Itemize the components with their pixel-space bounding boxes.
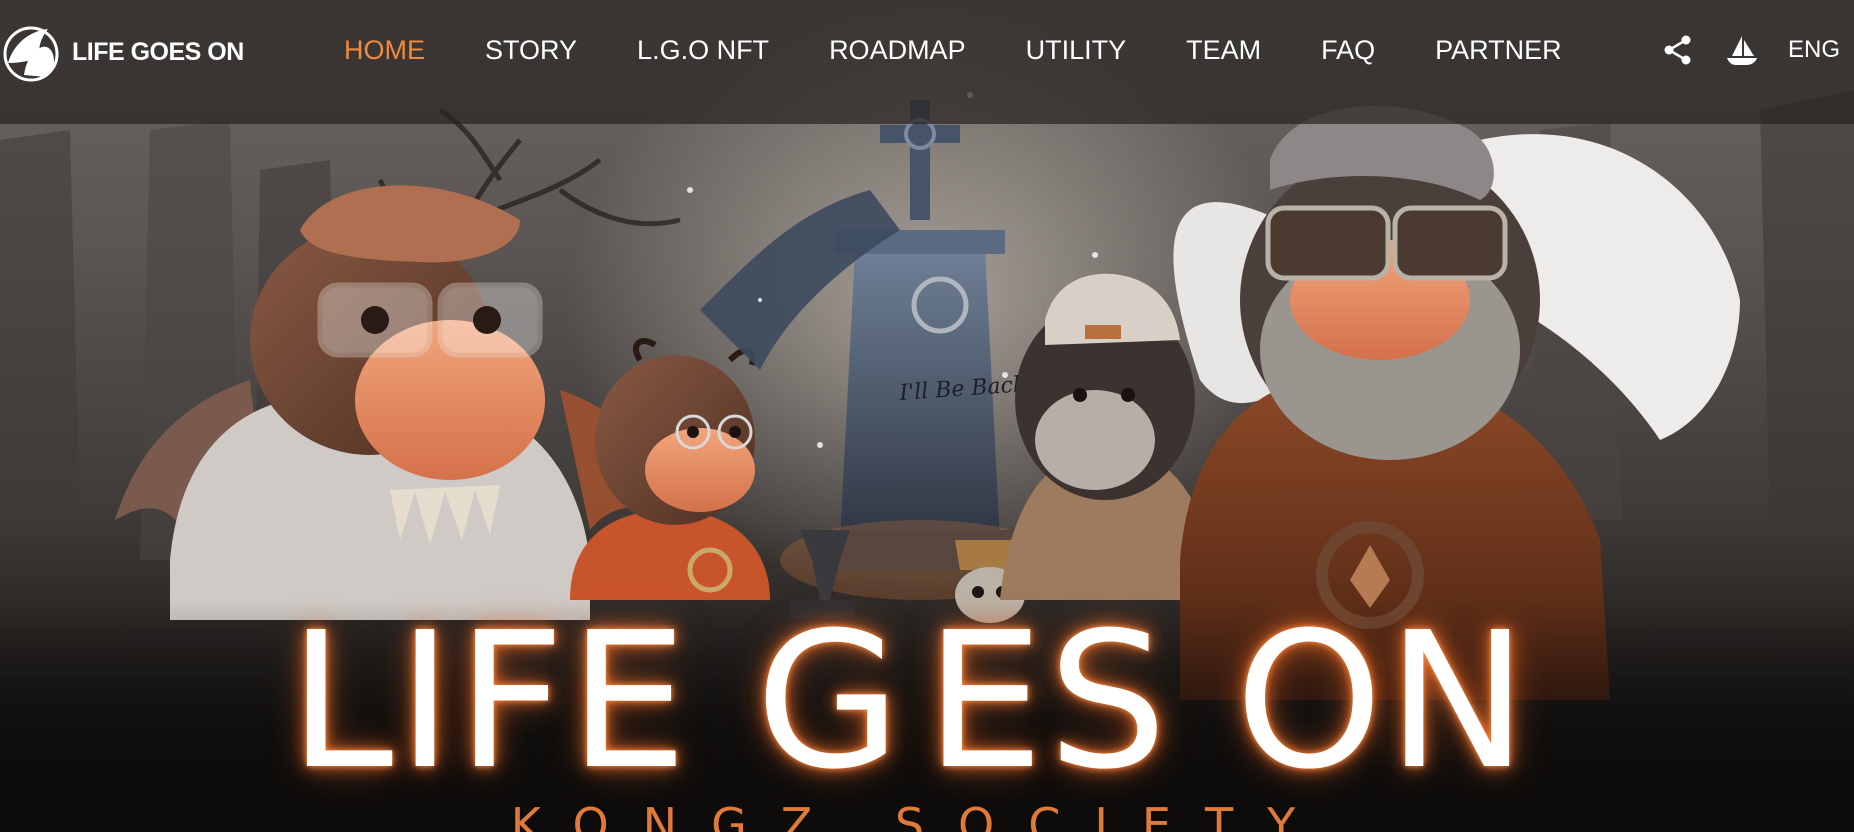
nav-item-lgo-nft[interactable]: L.G.O NFT bbox=[637, 35, 769, 66]
nav-item-home[interactable]: HOME bbox=[344, 35, 425, 66]
nav-item-story[interactable]: STORY bbox=[485, 35, 577, 66]
hero-title-part1: LIFE G bbox=[288, 592, 906, 811]
hero-subtitle: KONGZ SOCIETY bbox=[510, 798, 1330, 832]
kongz-logo-icon bbox=[3, 26, 59, 82]
nav-item-faq[interactable]: FAQ bbox=[1321, 35, 1375, 66]
brand-name: LIFE GOES ON bbox=[72, 37, 244, 66]
brand-logo[interactable]: LIFE GOES ON bbox=[0, 20, 244, 84]
nav-item-roadmap[interactable]: ROADMAP bbox=[829, 35, 966, 66]
share-icon[interactable] bbox=[1660, 32, 1696, 68]
top-navbar: LIFE GOES ON HOME STORY L.G.O NFT ROADMA… bbox=[0, 0, 1854, 124]
hero-title: LIFE G ES ON bbox=[288, 592, 1532, 811]
tombstone: I'll Be Back bbox=[700, 100, 1060, 600]
hero-title-part2: ES ON bbox=[925, 592, 1532, 811]
nav-item-utility[interactable]: UTILITY bbox=[1026, 35, 1127, 66]
nav-actions: ENG bbox=[1660, 26, 1840, 74]
language-selector[interactable]: ENG bbox=[1788, 36, 1840, 64]
main-nav: HOME STORY L.G.O NFT ROADMAP UTILITY TEA… bbox=[344, 26, 1622, 74]
ship-icon[interactable] bbox=[1724, 32, 1760, 68]
nav-item-partner[interactable]: PARTNER bbox=[1435, 35, 1562, 66]
nav-item-team[interactable]: TEAM bbox=[1186, 35, 1261, 66]
hero-banner: I'll Be Back LIFE G ES ON KONGZ SOCIETY bbox=[0, 0, 1854, 832]
